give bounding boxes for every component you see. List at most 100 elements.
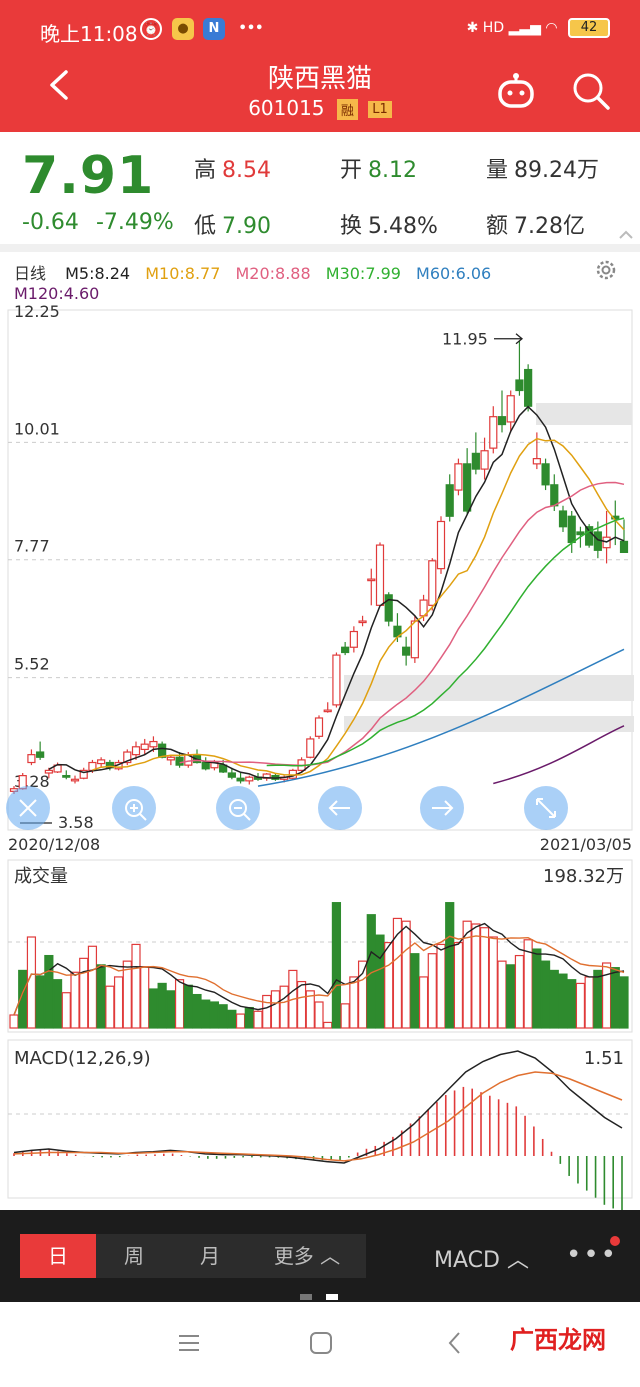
date-end-label: 2021/03/05 [540,835,632,854]
chat-icon: ● [172,18,194,40]
candle-body [576,531,585,536]
candle-body [36,751,45,758]
candle-body [515,379,524,392]
y-tick-label: 7.77 [14,537,50,556]
candle-body [201,761,210,770]
candle-body [166,756,175,761]
price-change: -0.64 -7.49% [22,210,174,235]
volume-bar [488,936,498,1029]
volume-bar [610,967,620,1029]
ma30-label: M30:7.99 [325,264,401,283]
candle-body [236,777,245,782]
candle-body [497,416,507,426]
pan-left-icon[interactable] [318,786,362,830]
zoom-in-icon[interactable] [112,786,156,830]
y-tick-label: 10.01 [14,419,60,438]
candle-body [524,368,533,407]
volume-bar [244,1006,254,1029]
macd-chart[interactable]: MACD(12,26,9) 1.51 [0,1036,640,1212]
volume-bar [227,1009,237,1029]
more-options-icon[interactable]: ••• [566,1240,618,1270]
zoom-out-icon[interactable] [216,786,260,830]
minimize-icon[interactable] [6,786,50,830]
volume-bar [113,976,124,1029]
volume-bar [401,920,411,1029]
volume-bar [270,990,281,1029]
volume-bar [514,954,525,1029]
last-price: 7.91 [22,146,155,206]
candle-body [227,772,236,778]
system-nav-bar: 广西龙网 [0,1302,640,1387]
candle-body [471,452,480,470]
volume-title: 成交量 [14,866,68,887]
volume-bar [87,945,98,1029]
candle-body [428,560,437,606]
volume-bar [575,982,586,1029]
turnover-cell: 换 5.48% [340,208,438,240]
candle-body [567,515,576,544]
notification-dot [610,1236,620,1246]
gear-icon[interactable] [594,258,618,282]
volume-bar [296,980,307,1029]
candle-body [445,484,454,517]
volume-bar [279,985,289,1029]
volume-max-label: 198.32万 [543,866,624,887]
level1-badge: L1 [368,101,392,118]
status-bar: 晚上11:08 ⏰ ● N ••• ✱ HD ▂▃▅ ◠ 42 [0,12,640,48]
volume-bar [79,957,89,1029]
page-indicator [300,1294,338,1300]
stock-code-row: 601015 融 L1 [0,96,640,120]
volume-bar [436,943,446,1029]
home-icon[interactable] [308,1330,334,1356]
tab-week[interactable]: 周 [96,1234,172,1278]
candle-body [140,743,149,751]
volume-chart[interactable]: 成交量 198.32万 [0,856,640,1036]
volume-bar [70,971,80,1029]
volume-value: 89.24万 [514,158,599,183]
amount-label: 额 [486,214,509,239]
pan-right-icon[interactable] [420,786,464,830]
volume-bar [26,936,37,1029]
candle-body [97,759,106,765]
stock-code: 601015 [248,96,325,120]
menu-icon[interactable] [176,1330,202,1356]
volume-bar [497,960,507,1029]
volume-bar [418,976,429,1029]
candle-body [332,654,341,706]
y-tick-label: 5.52 [14,655,50,674]
candle-body [585,526,594,546]
volume-bar [384,941,394,1029]
tab-more[interactable]: 更多 ︿ [248,1234,366,1278]
volume-profile-band [536,403,632,425]
candle-body [131,746,141,756]
tab-month[interactable]: 月 [172,1234,248,1278]
alarm-icon: ⏰ [140,18,162,40]
volume-bar [235,1013,246,1029]
margin-badge: 融 [336,99,358,120]
kline-chart[interactable]: 12.2510.017.775.523.2811.953.582020/12/0… [0,300,640,860]
volume-bar [314,1001,324,1029]
fullscreen-icon[interactable] [524,786,568,830]
volume-bar [331,902,342,1029]
indicator-selector[interactable]: MACD ︿ [434,1242,529,1274]
high-cell: 高 8.54 [194,152,271,184]
candle-body [149,740,158,748]
period-tabs: 日 周 月 更多 ︿ [20,1234,366,1278]
candle-body [506,395,515,423]
robot-assistant-icon[interactable] [496,72,536,112]
candle-body [62,775,71,778]
volume-bar [453,941,464,1029]
volume-bar [96,964,106,1029]
volume-bar [558,973,568,1029]
back-nav-icon[interactable] [442,1330,468,1356]
low-cell: 低 7.90 [194,208,271,240]
candle-body [341,646,350,654]
volume-bar [619,976,629,1029]
volume-bar [218,1004,228,1029]
search-icon[interactable] [572,72,610,110]
volume-bar [357,960,368,1029]
tab-day[interactable]: 日 [20,1234,96,1278]
volume-bar [148,988,159,1029]
volume-bar [52,979,63,1029]
expand-chevron-icon[interactable] [618,228,634,240]
